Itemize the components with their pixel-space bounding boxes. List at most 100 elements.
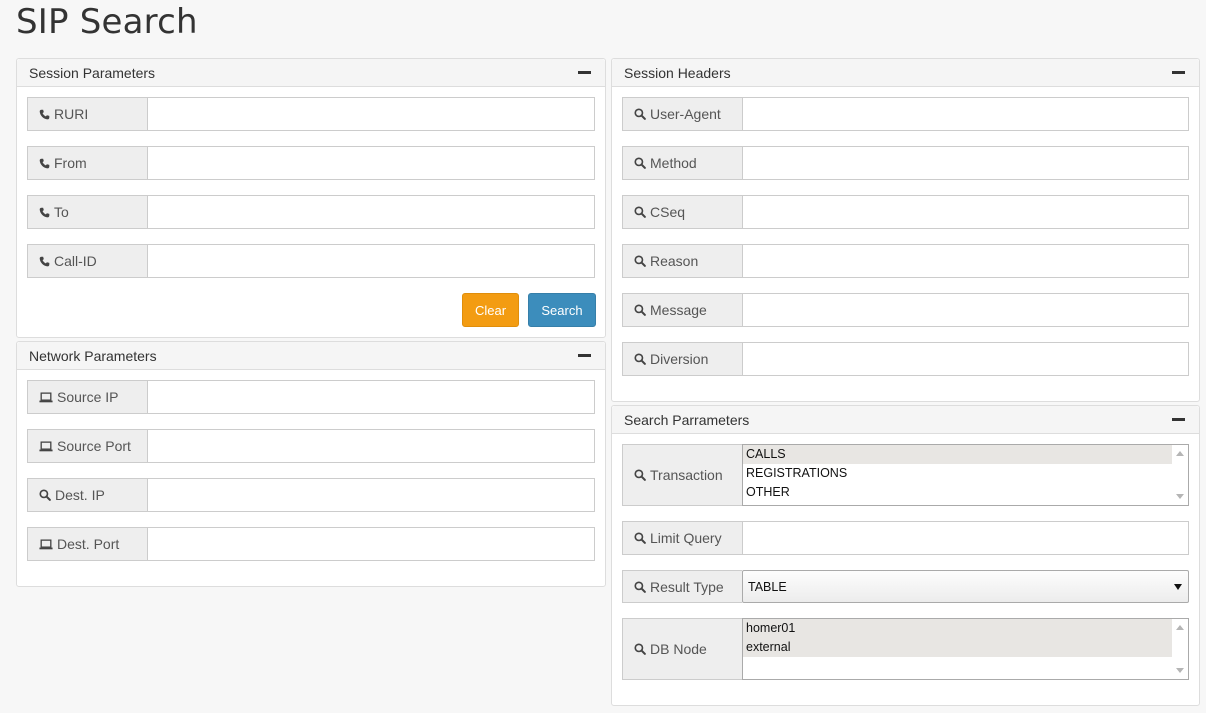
transaction-option-calls[interactable]: CALLS bbox=[743, 445, 1172, 464]
phone-icon bbox=[39, 158, 50, 169]
search-icon bbox=[634, 532, 646, 544]
db-node-listbox[interactable]: homer01 external bbox=[742, 618, 1189, 680]
limit-query-addon: Limit Query bbox=[622, 521, 742, 555]
minus-icon[interactable] bbox=[578, 354, 591, 357]
transaction-option-other[interactable]: OTHER bbox=[743, 483, 1172, 502]
reason-input[interactable] bbox=[742, 244, 1189, 278]
session-headers-title: Session Headers bbox=[624, 64, 731, 81]
user-agent-label: User-Agent bbox=[650, 106, 721, 122]
transaction-row: Transaction CALLS REGISTRATIONS OTHER bbox=[622, 444, 1189, 506]
source-port-label: Source Port bbox=[57, 438, 131, 454]
dest-ip-label: Dest. IP bbox=[55, 487, 105, 503]
diversion-input[interactable] bbox=[742, 342, 1189, 376]
dest-ip-input[interactable] bbox=[147, 478, 595, 512]
from-label: From bbox=[54, 155, 87, 171]
result-type-value: TABLE bbox=[748, 579, 787, 594]
from-addon: From bbox=[27, 146, 147, 180]
search-parameters-panel: Search Parrameters Transaction CALLS REG… bbox=[611, 405, 1200, 706]
network-parameters-panel: Network Parameters Source IP Source Port… bbox=[16, 341, 606, 587]
dest-ip-addon: Dest. IP bbox=[27, 478, 147, 512]
minus-icon[interactable] bbox=[1172, 71, 1185, 74]
phone-icon bbox=[39, 109, 50, 120]
transaction-listbox[interactable]: CALLS REGISTRATIONS OTHER bbox=[742, 444, 1189, 506]
cseq-addon: CSeq bbox=[622, 195, 742, 229]
reason-label: Reason bbox=[650, 253, 699, 269]
from-input[interactable] bbox=[147, 146, 595, 180]
source-ip-input[interactable] bbox=[147, 380, 595, 414]
method-row: Method bbox=[622, 146, 1189, 180]
ruri-row: RURI bbox=[27, 97, 595, 131]
ruri-input[interactable] bbox=[147, 97, 595, 131]
source-ip-addon: Source IP bbox=[27, 380, 147, 414]
source-port-input[interactable] bbox=[147, 429, 595, 463]
dest-port-row: Dest. Port bbox=[27, 527, 595, 561]
cseq-row: CSeq bbox=[622, 195, 1189, 229]
session-parameters-heading: Session Parameters bbox=[17, 59, 605, 87]
scroll-up-icon[interactable] bbox=[1176, 451, 1184, 456]
diversion-label: Diversion bbox=[650, 351, 709, 367]
phone-icon bbox=[39, 207, 50, 218]
minus-icon[interactable] bbox=[578, 71, 591, 74]
message-row: Message bbox=[622, 293, 1189, 327]
cseq-label: CSeq bbox=[650, 204, 686, 220]
scroll-down-icon[interactable] bbox=[1176, 668, 1184, 673]
cseq-input[interactable] bbox=[742, 195, 1189, 229]
dest-port-input[interactable] bbox=[147, 527, 595, 561]
to-row: To bbox=[27, 195, 595, 229]
to-input[interactable] bbox=[147, 195, 595, 229]
message-addon: Message bbox=[622, 293, 742, 327]
user-agent-input[interactable] bbox=[742, 97, 1189, 131]
session-headers-panel: Session Headers User-Agent Method CSeq R… bbox=[611, 58, 1200, 402]
search-icon bbox=[634, 304, 646, 316]
call-id-row: Call-ID bbox=[27, 244, 595, 278]
minus-icon[interactable] bbox=[1172, 418, 1185, 421]
call-id-label: Call-ID bbox=[54, 253, 97, 269]
reason-row: Reason bbox=[622, 244, 1189, 278]
laptop-icon bbox=[39, 391, 53, 403]
db-node-row: DB Node homer01 external bbox=[622, 618, 1189, 680]
diversion-row: Diversion bbox=[622, 342, 1189, 376]
dest-port-addon: Dest. Port bbox=[27, 527, 147, 561]
session-parameters-title: Session Parameters bbox=[29, 64, 156, 81]
call-id-input[interactable] bbox=[147, 244, 595, 278]
to-label: To bbox=[54, 204, 69, 220]
limit-query-label: Limit Query bbox=[650, 530, 722, 546]
db-node-option-external[interactable]: external bbox=[743, 638, 1172, 657]
transaction-option-registrations[interactable]: REGISTRATIONS bbox=[743, 464, 1172, 483]
network-parameters-heading: Network Parameters bbox=[17, 342, 605, 370]
result-type-label: Result Type bbox=[650, 578, 724, 595]
laptop-icon bbox=[39, 538, 53, 550]
search-icon bbox=[39, 489, 51, 501]
db-node-addon: DB Node bbox=[622, 618, 742, 680]
search-button[interactable]: Search bbox=[528, 293, 596, 327]
search-icon bbox=[634, 206, 646, 218]
ruri-label: RURI bbox=[54, 106, 89, 122]
limit-query-row: Limit Query bbox=[622, 521, 1189, 555]
ruri-addon: RURI bbox=[27, 97, 147, 131]
page-title: SIP Search bbox=[16, 2, 198, 42]
result-type-row: Result Type TABLE bbox=[622, 570, 1189, 603]
scroll-up-icon[interactable] bbox=[1176, 625, 1184, 630]
limit-query-input[interactable] bbox=[742, 521, 1189, 555]
db-node-option-homer01[interactable]: homer01 bbox=[743, 619, 1172, 638]
search-icon bbox=[634, 643, 646, 655]
laptop-icon bbox=[39, 440, 53, 452]
db-node-scrollbar[interactable] bbox=[1172, 619, 1188, 679]
source-port-row: Source Port bbox=[27, 429, 595, 463]
session-headers-heading: Session Headers bbox=[612, 59, 1199, 87]
scroll-down-icon[interactable] bbox=[1176, 494, 1184, 499]
method-addon: Method bbox=[622, 146, 742, 180]
call-id-addon: Call-ID bbox=[27, 244, 147, 278]
diversion-addon: Diversion bbox=[622, 342, 742, 376]
source-ip-row: Source IP bbox=[27, 380, 595, 414]
network-parameters-title: Network Parameters bbox=[29, 347, 157, 364]
method-input[interactable] bbox=[742, 146, 1189, 180]
result-type-select[interactable]: TABLE bbox=[742, 570, 1189, 603]
clear-button[interactable]: Clear bbox=[462, 293, 519, 327]
message-input[interactable] bbox=[742, 293, 1189, 327]
search-icon bbox=[634, 157, 646, 169]
transaction-scrollbar[interactable] bbox=[1172, 445, 1188, 505]
search-icon bbox=[634, 469, 646, 481]
source-port-addon: Source Port bbox=[27, 429, 147, 463]
search-parameters-heading: Search Parrameters bbox=[612, 406, 1199, 434]
